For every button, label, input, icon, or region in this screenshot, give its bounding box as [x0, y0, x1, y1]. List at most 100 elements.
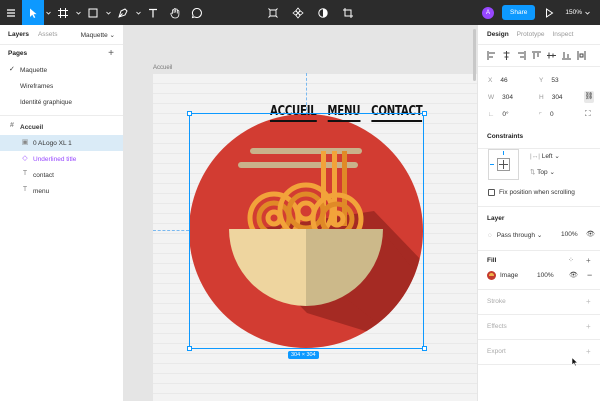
page-label: Identité graphique — [20, 98, 73, 106]
layer-frame-accueil[interactable]: # Accueil — [0, 119, 123, 135]
present-icon[interactable] — [541, 0, 557, 25]
zoom-level: 150% — [565, 9, 582, 16]
image-fill-swatch[interactable] — [487, 271, 496, 280]
radius-field[interactable]: ⌜ 0 — [539, 111, 554, 119]
y-field[interactable]: Y 53 — [539, 77, 559, 84]
width-field[interactable]: W 304 — [488, 94, 513, 101]
frame-tool-icon[interactable] — [52, 0, 74, 25]
divider — [478, 314, 600, 315]
eye-icon[interactable]: 👁 — [586, 230, 595, 238]
resize-handle[interactable] — [187, 111, 192, 116]
component-icon[interactable] — [262, 0, 284, 25]
align-right-icon[interactable] — [516, 51, 526, 61]
chevron-down-icon[interactable] — [74, 0, 82, 25]
layer-menu[interactable]: T menu — [0, 183, 123, 199]
corner-radius-icon: ⌜ — [539, 112, 543, 119]
effects-header[interactable]: Effects + — [478, 318, 600, 334]
eye-icon[interactable]: 👁 — [569, 271, 578, 279]
page-item-maquette[interactable]: ✓ Maquette — [0, 62, 123, 78]
horizontal-constraint-value: Left — [541, 153, 553, 160]
page-select-label: Maquette — [80, 32, 108, 39]
align-center-v-icon[interactable] — [546, 51, 556, 61]
add-page-icon[interactable]: + — [108, 48, 114, 59]
chevron-down-icon[interactable] — [104, 0, 112, 25]
rotation-field[interactable]: ∟ 0° — [488, 111, 509, 118]
fix-position-label: Fix position when scrolling — [499, 189, 575, 196]
fill-type[interactable]: Image — [500, 272, 518, 279]
tab-prototype[interactable]: Prototype — [517, 31, 545, 38]
constraint-widget[interactable] — [488, 149, 519, 180]
scrollbar[interactable] — [473, 29, 476, 81]
tab-assets[interactable]: Assets — [38, 31, 58, 38]
crop-icon[interactable] — [337, 0, 359, 25]
resize-handle[interactable] — [187, 346, 192, 351]
styles-grid-icon[interactable]: ⁘ — [568, 256, 574, 264]
vertical-constraint-select[interactable]: ⇅ Top ⌄ — [530, 168, 555, 176]
distribute-icon[interactable] — [576, 51, 586, 61]
blend-mode-select[interactable]: Pass through ⌄ — [497, 232, 543, 239]
chevron-down-icon: ⌄ — [536, 232, 543, 239]
add-export-icon[interactable]: + — [586, 347, 591, 356]
vertical-constraint-icon: ⇅ — [530, 169, 536, 176]
chevron-down-icon[interactable] — [44, 0, 52, 25]
constrain-proportions-icon[interactable]: ⛓ — [584, 91, 594, 103]
add-effect-icon[interactable]: + — [586, 322, 591, 331]
comment-tool-icon[interactable] — [186, 0, 208, 25]
layer-label: 0 ALogo XL 1 — [33, 139, 72, 147]
fix-position-checkbox[interactable] — [488, 189, 495, 196]
move-tool-icon[interactable] — [22, 0, 44, 25]
hand-tool-icon[interactable] — [164, 0, 186, 25]
pen-tool-icon[interactable] — [112, 0, 134, 25]
resize-handle[interactable] — [422, 346, 427, 351]
align-left-icon[interactable] — [486, 51, 496, 61]
contrast-icon[interactable] — [312, 0, 334, 25]
constraint-left-tick[interactable] — [490, 164, 494, 165]
layer-label: menu — [33, 187, 50, 195]
shape-tool-icon[interactable] — [82, 0, 104, 25]
layer-label: Accueil — [20, 123, 44, 131]
frame-label[interactable]: Accueil — [153, 65, 172, 71]
page-select[interactable]: Maquette ⌄ — [81, 31, 115, 39]
horizontal-constraint-select[interactable]: |↔| Left ⌄ — [530, 152, 560, 160]
constraint-top-tick[interactable] — [503, 151, 504, 155]
cursor-icon — [571, 357, 579, 367]
vertical-constraint-value: Top — [537, 169, 548, 176]
layer-underlined-title[interactable]: ◇ Underlined title — [0, 151, 123, 167]
height-field[interactable]: H 304 — [539, 94, 563, 101]
tab-design[interactable]: Design — [487, 31, 509, 38]
layer-contact[interactable]: T contact — [0, 167, 123, 183]
figma-menu-icon[interactable] — [0, 0, 22, 25]
x-field[interactable]: X 46 — [488, 77, 508, 84]
page-label: Maquette — [20, 66, 48, 74]
resize-handle[interactable] — [422, 111, 427, 116]
stroke-header[interactable]: Stroke + — [478, 293, 600, 309]
stroke-title: Stroke — [487, 297, 506, 305]
align-bottom-icon[interactable] — [561, 51, 571, 61]
fill-opacity[interactable]: 100% — [537, 272, 554, 279]
canvas[interactable]: Accueil ACCUEIL MENU CONTACT 304 × 304 — [124, 25, 477, 401]
independent-corners-icon[interactable]: ⛶ — [585, 109, 591, 119]
share-button[interactable]: Share — [502, 5, 536, 20]
chevron-down-icon[interactable] — [134, 0, 142, 25]
add-fill-icon[interactable]: + — [586, 256, 591, 265]
tab-layers[interactable]: Layers — [8, 31, 29, 38]
align-center-h-icon[interactable] — [501, 51, 511, 61]
export-header[interactable]: Export + — [478, 343, 600, 359]
align-top-icon[interactable] — [531, 51, 541, 61]
layer-logo[interactable]: ▣ 0 ALogo XL 1 — [0, 135, 123, 151]
add-stroke-icon[interactable]: + — [586, 297, 591, 306]
page-item-identite-graphique[interactable]: Identité graphique — [0, 94, 123, 110]
zoom-control[interactable]: 150% — [565, 9, 590, 16]
avatar[interactable]: A — [482, 6, 495, 19]
plugin-icon[interactable] — [287, 0, 309, 25]
blend-mode-row: ◌ Pass through ⌄ 100% 👁 — [488, 231, 600, 239]
divider — [0, 115, 123, 116]
text-tool-icon[interactable] — [142, 0, 164, 25]
constraints-title: Constraints — [487, 132, 524, 140]
layer-opacity[interactable]: 100% — [561, 231, 578, 238]
layers-panel: Layers Assets Maquette ⌄ Pages + ✓ Maque… — [0, 25, 124, 401]
tab-inspect[interactable]: Inspect — [553, 31, 574, 38]
page-item-wireframes[interactable]: Wireframes — [0, 78, 123, 94]
remove-fill-icon[interactable]: − — [587, 270, 592, 280]
toolbar-right: A Share 150% — [482, 0, 600, 25]
